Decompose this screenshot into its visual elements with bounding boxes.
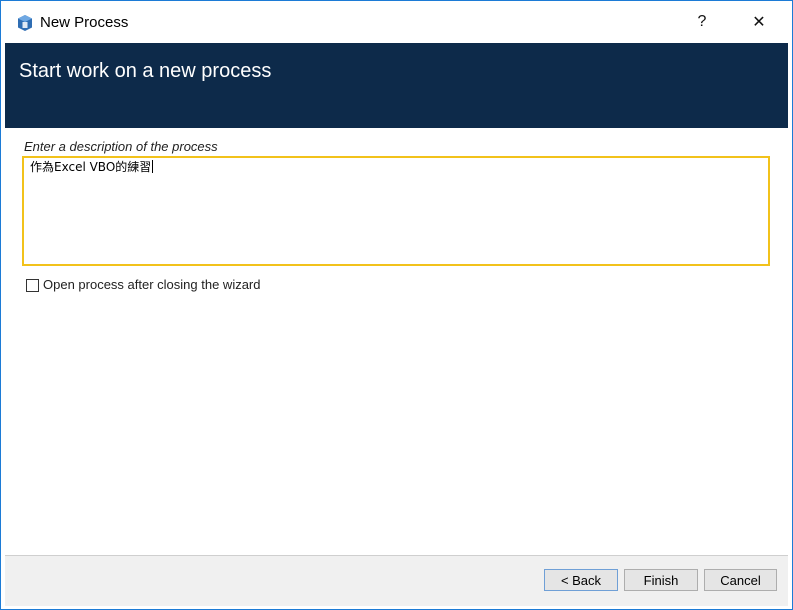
question-mark-icon: ? (697, 13, 707, 30)
help-button[interactable]: ? (679, 1, 725, 43)
cancel-button[interactable]: Cancel (704, 569, 777, 591)
title-bar: New Process ? ✕ (1, 1, 792, 43)
finish-button[interactable]: Finish (624, 569, 698, 591)
window-title: New Process (40, 14, 129, 31)
back-button[interactable]: < Back (544, 569, 618, 591)
close-button[interactable]: ✕ (736, 1, 782, 43)
app-icon (16, 14, 34, 32)
description-textarea[interactable]: 作為Excel VBO的練習 (22, 156, 770, 266)
open-after-closing-label: Open process after closing the wizard (43, 277, 261, 292)
open-after-closing-checkbox[interactable] (26, 278, 39, 292)
text-caret (152, 160, 154, 173)
description-text: 作為Excel VBO的練習 (30, 160, 154, 175)
new-process-dialog: New Process ? ✕ Start work on a new proc… (0, 0, 793, 610)
close-icon: ✕ (752, 14, 766, 31)
wizard-header: Start work on a new process (5, 43, 788, 128)
button-bar: < Back Finish Cancel (5, 556, 788, 606)
description-label: Enter a description of the process (24, 139, 218, 154)
page-title: Start work on a new process (19, 60, 272, 82)
description-value: 作為Excel VBO的練習 (30, 160, 152, 174)
open-after-closing-option[interactable]: Open process after closing the wizard (26, 277, 261, 293)
